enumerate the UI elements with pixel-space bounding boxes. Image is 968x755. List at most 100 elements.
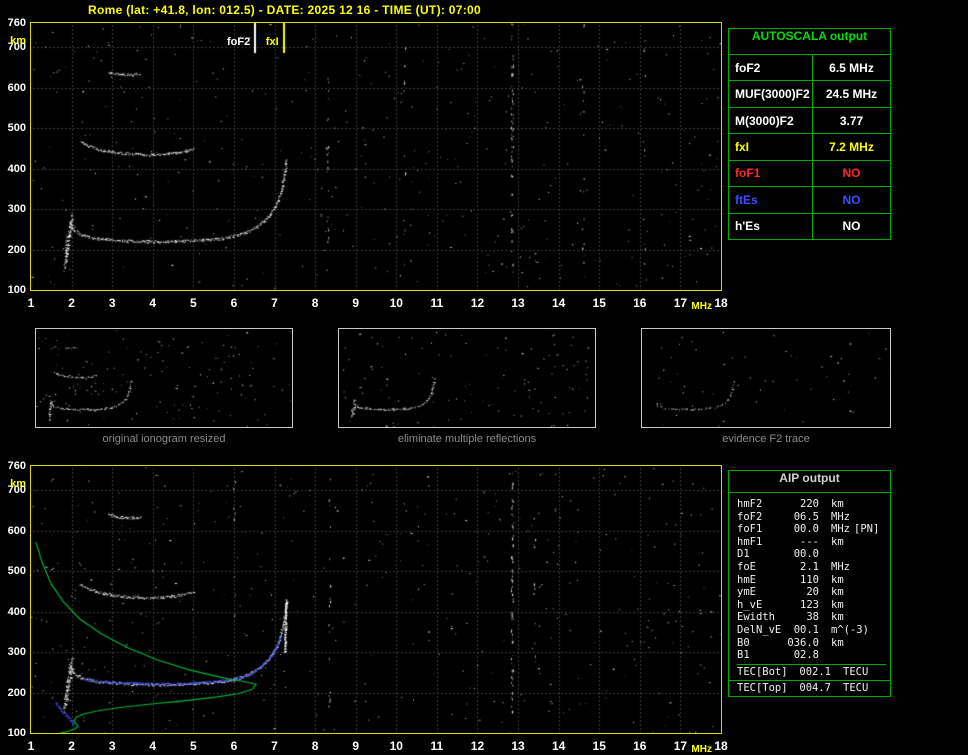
thumbnail-evidence-caption: evidence F2 trace (722, 433, 810, 445)
x-tick-label: 6 (230, 296, 238, 310)
autoscala-row: MUF(3000)F2 24.5 MHz (729, 80, 890, 107)
y-tick-label: 600 (7, 81, 26, 94)
aip-row-label: hmE (737, 573, 756, 586)
autoscala-table-title: AUTOSCALA output (729, 29, 890, 55)
thumbnail-eliminate-caption: eliminate multiple reflections (397, 433, 537, 445)
x-tick-label: 8 (311, 296, 319, 310)
aip-row: D1 00.0 (737, 548, 886, 561)
autoscala-row: foF1 NO (729, 159, 890, 187)
aip-row-note: [PN] (854, 523, 880, 536)
aip-row-unit: km (831, 611, 844, 624)
aip-row-label: foE (737, 560, 756, 573)
x-tick-label: 11 (430, 739, 444, 753)
thumbnail-evidence-canvas (642, 329, 890, 427)
aip-row-label: foF2 (737, 510, 763, 523)
autoscala-output-table: AUTOSCALA output foF2 6.5 MHz MUF(3000)F2 2… (728, 28, 891, 240)
x-tick-label: 16 (633, 739, 647, 753)
aip-tec-row: TEC[Top] 004.7 TECU (729, 682, 890, 694)
aip-row-unit (819, 649, 854, 662)
aip-row-value: 00.0 (793, 548, 819, 561)
aip-divider (729, 679, 890, 681)
aip-row-value: 036.0 (787, 636, 819, 649)
aip-table-title: AIP output (729, 471, 890, 493)
y-tick-label: 760 (7, 460, 26, 472)
aip-row: foF1 00.0 MHz [PN] (737, 523, 886, 536)
aip-row-note (854, 611, 886, 624)
bottom-ionogram-canvas (31, 466, 721, 733)
aip-row-note (854, 574, 886, 587)
aip-row-note (869, 624, 901, 637)
aip-row-unit: km (831, 598, 844, 611)
autoscala-row-label: h'Es (729, 213, 813, 239)
autoscala-row-value: 7.2 MHz (829, 139, 874, 154)
aip-tec-value: 002.1 (799, 665, 831, 678)
top-ionogram-frame: foF2 fxI (30, 22, 722, 291)
aip-row-unit: km (831, 636, 844, 649)
x-tick-label: 13 (511, 739, 525, 753)
aip-row: Ewidth 38 km (737, 611, 886, 624)
autoscala-row-value: 24.5 MHz (825, 87, 878, 102)
autoscala-row-value: NO (842, 166, 861, 181)
bottom-ionogram-frame (30, 465, 722, 734)
x-tick-label: 6 (230, 739, 238, 753)
x-tick-label: 14 (551, 739, 566, 753)
aip-row-note (854, 561, 886, 574)
thumbnail-original-frame (35, 328, 293, 428)
autoscala-row: h'Es NO (729, 212, 890, 239)
autoscala-row-value: 6.5 MHz (829, 60, 874, 75)
x-tick-label: 7 (271, 296, 278, 310)
x-tick-label: 2 (68, 296, 75, 310)
y-axis-unit-label: km (10, 35, 26, 47)
aip-tec-label: TEC[Top] (737, 681, 788, 694)
aip-row-note (854, 498, 886, 511)
thumbnail-original-canvas (36, 329, 292, 427)
thumbnail-evidence-f2: evidence F2 trace (641, 328, 891, 445)
aip-row-unit: km (831, 498, 844, 510)
x-tick-label: 9 (352, 296, 360, 310)
y-axis-unit-label: km (10, 478, 26, 490)
aip-row-value: 2.1 (800, 560, 819, 573)
x-tick-label: 14 (551, 296, 566, 310)
x-tick-label: 8 (311, 739, 319, 753)
aip-row-label: hmF1 (737, 535, 763, 548)
autoscala-row-label: foF2 (729, 55, 813, 81)
aip-row: hmF2 220 km (737, 498, 886, 511)
autoscala-row: M(3000)F2 3.77 (729, 106, 890, 134)
aip-row-label: Ewidth (737, 611, 775, 624)
aip-row-value: 06.5 (793, 510, 819, 523)
aip-row-label: D1 (737, 548, 750, 561)
aip-table-body: hmF2 220 km foF2 06.5 MHz foF1 00.0 MHz [PN] hmF1 -… (729, 493, 890, 665)
thumbnail-eliminate-canvas (339, 329, 595, 427)
aip-row-unit: m^(-3) (831, 623, 869, 636)
bottom-ionogram-plot: 760 700 600 500 400 300 200 100 km 1 2 3 4 5 6 7 8 9 10 11 1… (8, 460, 728, 755)
aip-row-unit: MHz (831, 523, 850, 536)
y-tick-label: 100 (7, 284, 26, 296)
aip-row-value: 00.0 (793, 523, 819, 536)
aip-row-note (854, 649, 886, 662)
y-tick-label: 760 (7, 17, 26, 29)
x-tick-label: 15 (592, 296, 606, 310)
autoscala-row-label: MUF(3000)F2 (729, 81, 813, 107)
aip-tec-label: TEC[Bot] (737, 665, 788, 678)
x-tick-label: 3 (108, 739, 116, 753)
y-tick-label: 300 (7, 646, 26, 659)
autoscala-row-label: ftEs (729, 187, 813, 213)
thumbnail-evidence-frame (641, 328, 891, 428)
x-tick-label: 12 (470, 739, 485, 753)
aip-row: hmE 110 km (737, 574, 886, 587)
aip-row-label: DelN_vE (737, 623, 782, 636)
autoscala-row-value: NO (842, 192, 861, 207)
aip-row-value: 38 (806, 611, 819, 624)
top-ionogram-canvas (31, 23, 721, 290)
aip-row-value: 20 (806, 586, 819, 599)
y-tick-label: 100 (7, 727, 26, 739)
aip-row-unit (819, 548, 854, 561)
aip-row-note (854, 548, 886, 561)
autoscala-row-label: M(3000)F2 (729, 107, 813, 134)
aip-row-value: 123 (800, 598, 819, 611)
x-tick-label: 4 (149, 296, 157, 310)
autoscala-row-value: NO (842, 219, 861, 234)
station-date-time-title: Rome (lat: +41.8, lon: 012.5) - DATE: 20… (88, 3, 481, 17)
thumbnail-eliminate-frame (338, 328, 596, 428)
aip-output-table: AIP output hmF2 220 km foF2 06.5 MHz foF1 00.0 M… (728, 470, 891, 697)
